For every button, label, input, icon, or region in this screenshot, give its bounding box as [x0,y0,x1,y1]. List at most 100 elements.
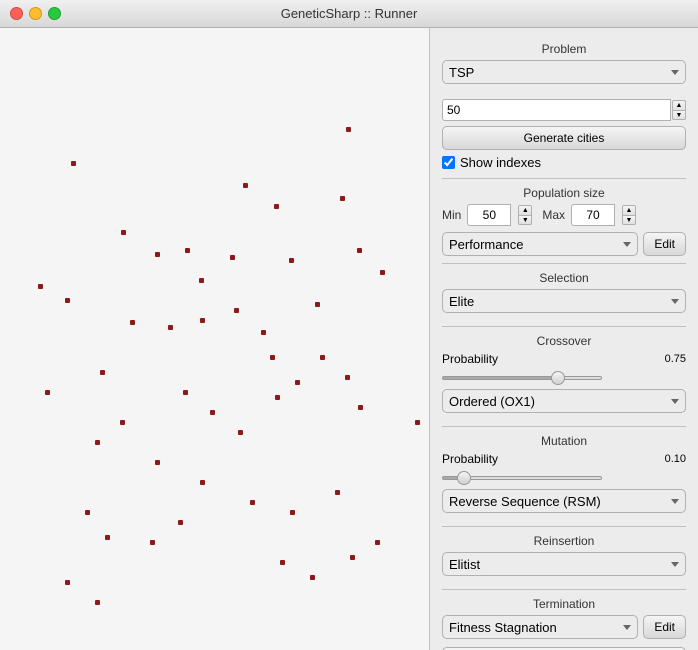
city-dot [380,270,385,275]
city-dot [95,600,100,605]
city-dot [168,325,173,330]
selection-section-label: Selection [442,271,686,285]
city-dot [346,127,351,132]
maximize-button[interactable] [48,7,61,20]
city-dot [130,320,135,325]
min-spinner-up[interactable]: ▲ [518,205,532,215]
city-dot [210,410,215,415]
city-dot [290,510,295,515]
crossover-probability-label: Probability [442,352,498,366]
city-dot [155,460,160,465]
city-dot [200,318,205,323]
city-dot [65,298,70,303]
city-dot [200,480,205,485]
city-dot [38,284,43,289]
city-dot [280,560,285,565]
city-dot [120,420,125,425]
termination-row: Fitness StagnationGeneration NumberTime … [442,615,686,639]
problem-dropdown[interactable]: TSPKnapsackSudoku [442,60,686,84]
city-dot [415,420,420,425]
city-dot [375,540,380,545]
city-dot [234,308,239,313]
termination-edit-button[interactable]: Edit [643,615,686,639]
close-button[interactable] [10,7,23,20]
right-panel: Problem TSPKnapsackSudoku ▲ ▼ Generate c… [430,28,698,650]
city-dot [183,390,188,395]
city-dot [150,540,155,545]
window-title: GeneticSharp :: Runner [281,6,418,21]
city-dot [185,248,190,253]
title-bar: GeneticSharp :: Runner [0,0,698,28]
reinsertion-dropdown[interactable]: ElitistPureFitness Based [442,552,686,576]
city-dot [199,278,204,283]
max-population-input[interactable] [571,204,615,226]
city-dot [357,248,362,253]
city-dot [243,183,248,188]
city-dot [270,355,275,360]
city-dot [65,580,70,585]
show-indexes-checkbox[interactable] [442,156,455,169]
selection-dropdown[interactable]: EliteRoulette WheelTournament [442,289,686,313]
generate-cities-button[interactable]: Generate cities [442,126,686,150]
city-dot [350,555,355,560]
max-spinner[interactable]: ▲ ▼ [622,205,636,225]
city-dot [335,490,340,495]
reinsertion-section-label: Reinsertion [442,534,686,548]
min-label: Min [442,208,461,222]
max-spinner-up[interactable]: ▲ [622,205,636,215]
mutation-probability-slider[interactable] [442,476,602,480]
mutation-dropdown[interactable]: Reverse Sequence (RSM)TworsDisplacement [442,489,686,513]
city-dot [45,390,50,395]
city-dot [155,252,160,257]
crossover-section-label: Crossover [442,334,686,348]
city-dot [289,258,294,263]
mutation-section-label: Mutation [442,434,686,448]
cities-spinner-arrows[interactable]: ▲ ▼ [672,100,686,120]
crossover-probability-value: 0.75 [665,353,686,365]
window-controls [10,7,61,20]
city-dot [295,380,300,385]
city-dot [95,440,100,445]
performance-row: PerformanceBalancedQuality Edit [442,232,686,256]
city-dot [358,405,363,410]
city-dot [100,370,105,375]
city-dot [238,430,243,435]
mutation-probability-value: 0.10 [665,453,686,465]
city-dot [230,255,235,260]
city-dot [85,510,90,515]
min-spinner[interactable]: ▲ ▼ [518,205,532,225]
city-dot [275,395,280,400]
city-dot [71,161,76,166]
main-content: Problem TSPKnapsackSudoku ▲ ▼ Generate c… [0,28,698,650]
cities-count-input[interactable] [442,99,671,121]
performance-dropdown[interactable]: PerformanceBalancedQuality [442,232,638,256]
show-indexes-row: Show indexes [442,155,686,170]
performance-edit-button[interactable]: Edit [643,232,686,256]
city-dot [320,355,325,360]
min-spinner-down[interactable]: ▼ [518,215,532,225]
city-dot [274,204,279,209]
show-indexes-label: Show indexes [460,155,541,170]
population-size-label: Population size [442,186,686,200]
city-dot [121,230,126,235]
minimize-button[interactable] [29,7,42,20]
spinner-up[interactable]: ▲ [672,100,686,110]
mutation-probability-label: Probability [442,452,498,466]
spinner-down[interactable]: ▼ [672,110,686,120]
max-label: Max [542,208,565,222]
city-dot [105,535,110,540]
city-dot [310,575,315,580]
crossover-probability-slider[interactable] [442,376,602,380]
canvas-area [0,28,430,650]
problem-section-label: Problem [442,42,686,56]
city-dot [340,196,345,201]
termination-dropdown[interactable]: Fitness StagnationGeneration NumberTime … [442,615,638,639]
city-dot [315,302,320,307]
max-spinner-down[interactable]: ▼ [622,215,636,225]
min-population-input[interactable] [467,204,511,226]
city-dot [250,500,255,505]
crossover-dropdown[interactable]: Ordered (OX1)Partially Mapped (PMX)Cycle… [442,389,686,413]
city-dot [261,330,266,335]
termination-section-label: Termination [442,597,686,611]
population-size-row: Min ▲ ▼ Max ▲ ▼ [442,204,686,226]
